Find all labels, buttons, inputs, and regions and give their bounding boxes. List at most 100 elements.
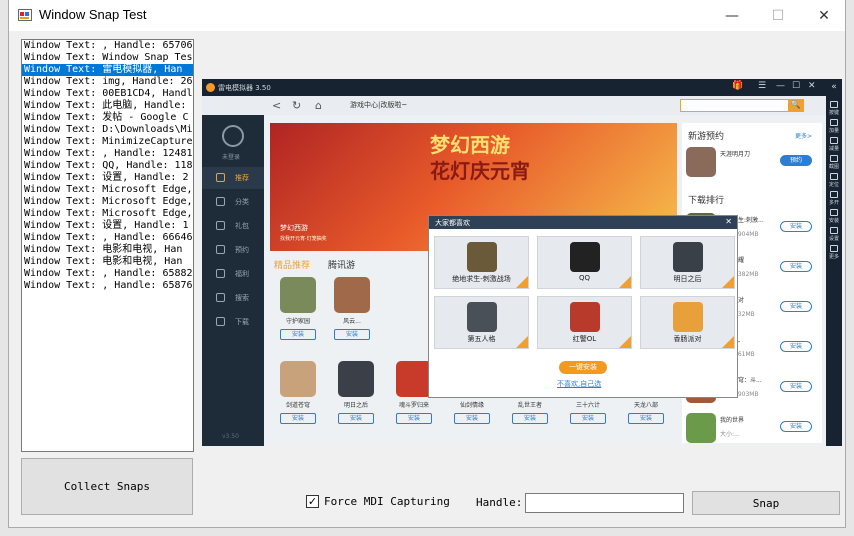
search-icon[interactable]: 🔍 xyxy=(788,100,803,111)
install-button[interactable]: 安装 xyxy=(780,341,812,352)
game-name: 三十六计 xyxy=(575,402,600,409)
toolbar-button[interactable]: 截图 xyxy=(826,155,842,170)
app-tile[interactable]: 绝地求生-刺激战场 xyxy=(434,236,529,289)
list-item[interactable]: Window Text: 电影和电视, Han xyxy=(22,244,193,256)
back-icon[interactable]: < xyxy=(272,99,281,112)
list-item[interactable]: Window Text: Microsoft Edge, xyxy=(22,196,193,208)
list-item[interactable]: Window Text: 电影和电视, Han xyxy=(22,256,193,268)
minimize-button[interactable]: — xyxy=(709,0,755,31)
toolbar-button[interactable]: 定位 xyxy=(826,173,842,188)
game-card[interactable]: 明日之后 安装 xyxy=(332,361,380,441)
list-item[interactable]: Window Text: , Handle: 65882 xyxy=(22,268,193,280)
install-button[interactable]: 安装 xyxy=(780,421,812,432)
one-click-install-button[interactable]: 一键安装 xyxy=(559,361,607,374)
app-tile[interactable]: 红警OL xyxy=(537,296,632,349)
list-item[interactable]: Window Text: 00EB1CD4, Handl xyxy=(22,88,193,100)
sidebar-item[interactable]: 分类 xyxy=(202,191,264,213)
window-list[interactable]: Window Text: , Handle: 65706 Window Text:… xyxy=(21,39,194,452)
close-button[interactable]: ✕ xyxy=(801,0,847,31)
toolbar-button[interactable]: 减量 xyxy=(826,137,842,152)
refresh-icon[interactable]: ↻ xyxy=(292,99,301,112)
list-item[interactable]: Window Text: Microsoft Edge, xyxy=(22,208,193,220)
install-button[interactable]: 安装 xyxy=(334,329,370,340)
list-item[interactable]: Window Text: QQ, Handle: 118 xyxy=(22,160,193,172)
list-item[interactable]: Window Text: , Handle: 66646 xyxy=(22,232,193,244)
toolbar-button[interactable]: 设置 xyxy=(826,227,842,242)
install-button[interactable]: 安装 xyxy=(780,221,812,232)
list-item[interactable]: Window Text: 发帖 - Google C xyxy=(22,112,193,124)
list-item[interactable]: Window Text: 设置, Handle: 2 xyxy=(22,172,193,184)
snap-button[interactable]: Snap xyxy=(692,491,840,515)
toolbar-button[interactable]: 加量 xyxy=(826,119,842,134)
tab-tencent[interactable]: 腾讯游 xyxy=(328,258,355,271)
gift-icon[interactable]: 🎁 xyxy=(732,81,743,91)
list-item[interactable]: Window Text: 此电脑, Handle: xyxy=(22,100,193,112)
sidebar-item[interactable]: 福利 xyxy=(202,263,264,285)
reserve-button[interactable]: 预约 xyxy=(780,155,812,166)
game-card[interactable]: 剑道苍穹 安装 xyxy=(274,361,322,441)
address-text: 游戏中心|改版啦~ xyxy=(350,101,408,109)
dialog-close-icon[interactable]: ✕ xyxy=(725,217,732,226)
avatar[interactable] xyxy=(222,125,244,147)
game-card[interactable]: 风云... 安装 xyxy=(328,277,376,357)
skip-link[interactable]: 不喜欢,自己选 xyxy=(557,379,601,389)
maximize-button[interactable]: ☐ xyxy=(755,0,801,31)
install-button[interactable]: 安装 xyxy=(396,413,432,424)
toolbar-button[interactable]: 按键 xyxy=(826,101,842,116)
emu-search-input[interactable]: 🔍 xyxy=(680,99,804,112)
install-button[interactable]: 安装 xyxy=(338,413,374,424)
list-item[interactable]: Window Text: , Handle: 12481 xyxy=(22,148,193,160)
app-name: 红警OL xyxy=(572,335,597,343)
app-tile[interactable]: 明日之后 xyxy=(640,236,735,289)
app-tile[interactable]: QQ xyxy=(537,236,632,289)
install-button[interactable]: 安装 xyxy=(454,413,490,424)
selected-check-icon xyxy=(722,336,734,348)
install-button[interactable]: 安装 xyxy=(570,413,606,424)
install-button[interactable]: 安装 xyxy=(280,329,316,340)
install-button[interactable]: 安装 xyxy=(780,381,812,392)
app-tile[interactable]: 香肠派对 xyxy=(640,296,735,349)
toolbar-button[interactable]: 更多 xyxy=(826,245,842,260)
toolbar-label: 更多 xyxy=(828,254,839,260)
sidebar-item-label: 下载 xyxy=(235,318,249,326)
list-item[interactable]: Window Text: Microsoft Edge, xyxy=(22,184,193,196)
sidebar-item[interactable]: 礼包 xyxy=(202,215,264,237)
list-item[interactable]: Window Text: MinimizeCapture xyxy=(22,136,193,148)
sidebar-item[interactable]: 下载 xyxy=(202,311,264,333)
install-button[interactable]: 安装 xyxy=(780,261,812,272)
collect-snaps-button[interactable]: Collect Snaps xyxy=(21,458,193,515)
install-button[interactable]: 安装 xyxy=(628,413,664,424)
reserve-row[interactable]: 天涯明月刀 预约 xyxy=(686,145,818,185)
toolbar-button[interactable]: 多开 xyxy=(826,191,842,206)
game-size: 大小:... xyxy=(720,431,740,438)
emu-maximize-icon[interactable]: ☐ xyxy=(792,81,800,91)
list-item[interactable]: Window Text: 设置, Handle: 1 xyxy=(22,220,193,232)
install-button[interactable]: 安装 xyxy=(512,413,548,424)
emu-close-icon[interactable]: ✕ xyxy=(808,81,816,91)
list-item[interactable]: Window Text: img, Handle: 26 xyxy=(22,76,193,88)
handle-input[interactable] xyxy=(525,493,684,513)
list-item[interactable]: Window Text: Window Snap Tes xyxy=(22,52,193,64)
tab-featured[interactable]: 精品推荐 xyxy=(274,258,310,271)
emu-minimize-icon[interactable]: — xyxy=(776,81,785,91)
list-item[interactable]: Window Text: , Handle: 65706 xyxy=(22,40,193,52)
game-card[interactable]: 守护家园 安装 xyxy=(274,277,322,357)
sidebar-item[interactable]: 推荐 xyxy=(202,167,264,189)
app-tile[interactable]: 第五人格 xyxy=(434,296,529,349)
list-item[interactable]: Window Text: D:\Downloads\Mi xyxy=(22,124,193,136)
menu-icon[interactable]: ☰ xyxy=(758,81,766,91)
home-icon[interactable]: ⌂ xyxy=(315,99,322,112)
install-button[interactable]: 安装 xyxy=(280,413,316,424)
install-button[interactable]: 安装 xyxy=(780,301,812,312)
sidebar-item[interactable]: 预约 xyxy=(202,239,264,261)
rank-row[interactable]: 我的世界 大小:... 安装 xyxy=(686,411,818,446)
list-item[interactable]: Window Text: , Handle: 65876 xyxy=(22,280,193,292)
game-name: 剑道苍穹 xyxy=(285,402,310,409)
collapse-icon[interactable]: « xyxy=(826,82,842,92)
force-mdi-checkbox[interactable]: ✓ xyxy=(306,495,319,508)
emulator-title: 雷电模拟器 3.50 xyxy=(218,84,271,92)
list-item[interactable]: Window Text: 雷电模拟器, Han xyxy=(22,64,193,76)
sidebar-item[interactable]: 搜索 xyxy=(202,287,264,309)
reserve-more-link[interactable]: 更多> xyxy=(795,131,812,140)
toolbar-button[interactable]: 安装 xyxy=(826,209,842,224)
